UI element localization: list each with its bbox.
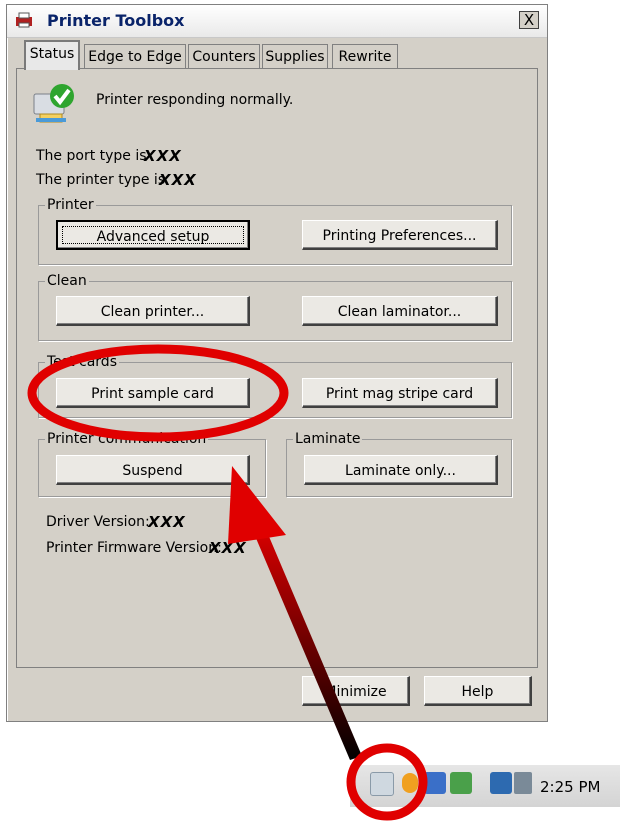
printer-app-icon bbox=[16, 12, 32, 28]
printer-communication-group-label: Printer communication bbox=[45, 430, 209, 448]
print-sample-card-button[interactable]: Print sample card bbox=[56, 378, 250, 408]
tab-rewrite[interactable]: Rewrite bbox=[332, 44, 398, 68]
suspend-button[interactable]: Suspend bbox=[56, 455, 250, 485]
printer-type-value: XXX bbox=[159, 171, 197, 189]
close-button[interactable]: X bbox=[519, 11, 539, 29]
laminate-only-button[interactable]: Laminate only... bbox=[304, 455, 498, 485]
firmware-version-label: Printer Firmware Version: bbox=[46, 540, 222, 556]
tab-edge-to-edge[interactable]: Edge to Edge bbox=[84, 44, 186, 68]
title-bar[interactable]: Printer Toolbox X bbox=[7, 5, 547, 38]
advanced-setup-button[interactable]: Advanced setup bbox=[56, 220, 250, 250]
test-cards-group-label: Test cards bbox=[45, 353, 119, 371]
clean-group-label: Clean bbox=[45, 272, 89, 290]
tab-counters[interactable]: Counters bbox=[188, 44, 260, 68]
clean-printer-button[interactable]: Clean printer... bbox=[56, 296, 250, 326]
tab-status[interactable]: Status bbox=[24, 40, 80, 70]
print-mag-stripe-card-button[interactable]: Print mag stripe card bbox=[302, 378, 498, 408]
help-button[interactable]: Help bbox=[424, 676, 532, 706]
printer-type-label: The printer type is bbox=[36, 172, 166, 188]
connection-tray-icon[interactable] bbox=[490, 772, 512, 794]
volume-icon[interactable] bbox=[514, 772, 532, 794]
printer-toolbox-tray-icon[interactable] bbox=[370, 772, 394, 796]
printer-group-label: Printer bbox=[45, 196, 96, 214]
window-title: Printer Toolbox bbox=[47, 11, 185, 30]
tab-supplies[interactable]: Supplies bbox=[262, 44, 328, 68]
warning-tray-icon[interactable] bbox=[402, 773, 418, 793]
driver-version-value: XXX bbox=[148, 513, 186, 531]
taskbar-clock[interactable]: 2:25 PM bbox=[540, 778, 600, 796]
clean-laminator-button[interactable]: Clean laminator... bbox=[302, 296, 498, 326]
port-type-value: XXX bbox=[144, 147, 182, 165]
port-type-label: The port type is bbox=[36, 148, 147, 164]
laminate-group-label: Laminate bbox=[293, 430, 363, 448]
driver-version-label: Driver Version: bbox=[46, 514, 150, 530]
printer-status-ok-icon bbox=[33, 84, 74, 123]
printing-preferences-button[interactable]: Printing Preferences... bbox=[302, 220, 498, 250]
minimize-button[interactable]: Minimize bbox=[302, 676, 410, 706]
firmware-version-value: XXX bbox=[209, 539, 247, 557]
network-tray-icon[interactable] bbox=[424, 772, 446, 794]
display-tray-icon[interactable] bbox=[450, 772, 472, 794]
status-message: Printer responding normally. bbox=[96, 92, 294, 108]
